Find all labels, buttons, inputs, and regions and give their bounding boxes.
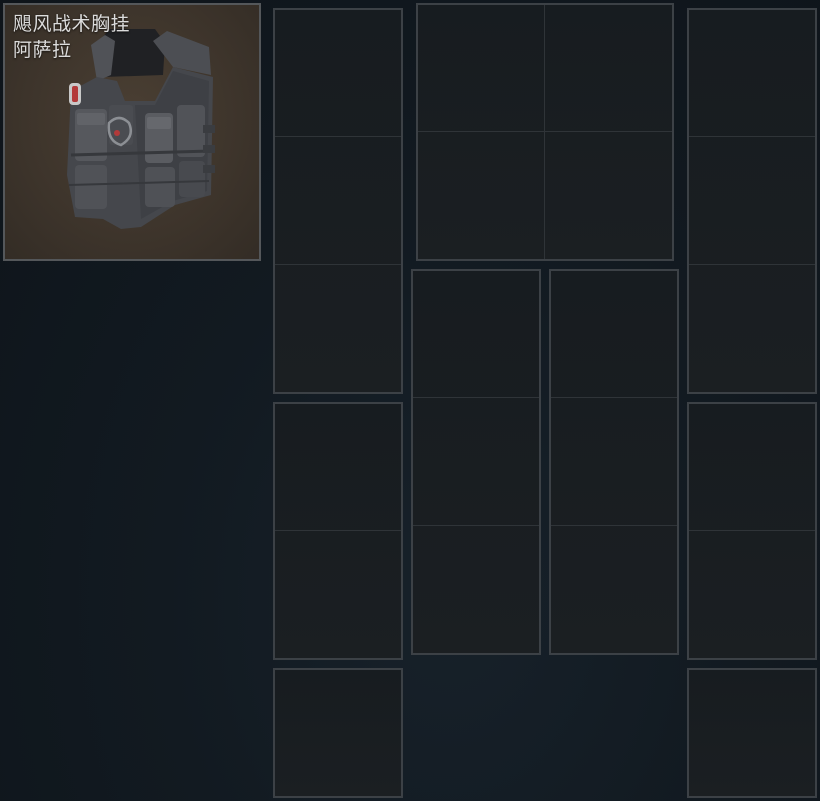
slot-block-right-top: [687, 8, 817, 394]
inventory-slot[interactable]: [689, 265, 815, 392]
item-name: 飓风战术胸挂 阿萨拉: [13, 11, 253, 63]
inventory-slot[interactable]: [418, 132, 545, 259]
inventory-slot[interactable]: [689, 531, 815, 658]
inventory-slot[interactable]: [551, 398, 677, 526]
slot-block-left-bottom: [273, 668, 403, 798]
inventory-slot[interactable]: [275, 137, 401, 265]
inventory-slot[interactable]: [275, 10, 401, 138]
slot-block-right-bottom: [687, 668, 817, 798]
inventory-slot[interactable]: [689, 404, 815, 531]
item-name-line1: 飓风战术胸挂: [13, 13, 131, 35]
inventory-slot[interactable]: [275, 670, 401, 796]
inventory-slot[interactable]: [545, 5, 672, 132]
slot-block-left-middle: [273, 402, 403, 660]
inventory-slot[interactable]: [275, 531, 401, 658]
inventory-slot[interactable]: [551, 271, 677, 399]
inventory-slot[interactable]: [413, 271, 539, 399]
slot-block-right-middle: [687, 402, 817, 660]
inventory-slot[interactable]: [275, 265, 401, 392]
inventory-slot[interactable]: [551, 526, 677, 653]
slot-block-center-left: [411, 269, 541, 655]
inventory-slot[interactable]: [689, 137, 815, 265]
inventory-slot[interactable]: [413, 398, 539, 526]
item-name-line2: 阿萨拉: [13, 39, 72, 61]
slot-block-left-top: [273, 8, 403, 394]
inventory-slot[interactable]: [275, 404, 401, 531]
inventory-slot[interactable]: [689, 10, 815, 138]
inventory-slot[interactable]: [418, 5, 545, 132]
slot-block-center-right: [549, 269, 679, 655]
slot-block-center-top: [416, 3, 674, 261]
inventory-slot[interactable]: [545, 132, 672, 259]
inventory-slot[interactable]: [413, 526, 539, 653]
inventory-slot[interactable]: [689, 670, 815, 796]
item-card[interactable]: 飓风战术胸挂 阿萨拉: [3, 3, 261, 261]
